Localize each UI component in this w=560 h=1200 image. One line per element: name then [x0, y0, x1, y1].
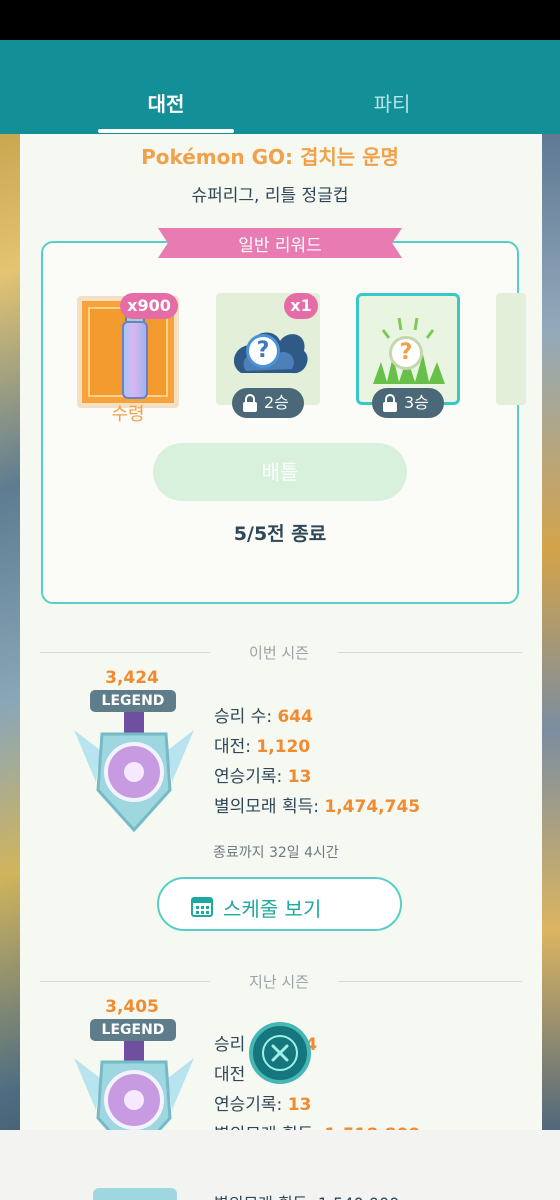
- question-mark-icon: ?: [246, 334, 280, 368]
- lock-badge: 2승: [232, 388, 304, 418]
- stat-value: 644: [277, 707, 313, 727]
- reward-count-badge: x900: [120, 293, 178, 319]
- tab-underline: [98, 129, 234, 133]
- screen: 대전 파티 Pokémon GO: 겹치는 운명 슈퍼리그, 리틀 정글컵 일반…: [0, 0, 560, 1200]
- last-season-rating: 3,405: [105, 997, 159, 1017]
- league-subtitle: 슈퍼리그, 리틀 정글컵: [191, 186, 349, 206]
- divider-line: [338, 652, 522, 653]
- stat-key: 대전: [214, 1065, 246, 1085]
- stat-value: 1,474,745: [324, 797, 421, 817]
- stat-key: 연승기록:: [214, 1095, 283, 1115]
- status-bar: [0, 0, 560, 40]
- battle-button[interactable]: 배틀: [153, 443, 407, 501]
- legend-medal-icon: [74, 712, 194, 833]
- lock-icon: [383, 394, 397, 412]
- top-bar: [0, 40, 560, 134]
- question-mark-icon: ?: [389, 336, 423, 370]
- stat-battles: 대전: [214, 1060, 245, 1085]
- incense-tile-inner: [88, 307, 168, 399]
- close-button[interactable]: [249, 1022, 311, 1084]
- incense-icon: [122, 321, 148, 399]
- lock-icon: [243, 394, 257, 412]
- this-season-label: 이번 시즌: [249, 644, 309, 662]
- schedule-button[interactable]: 스케줄 보기: [157, 877, 402, 931]
- rank-badge: LEGEND: [90, 690, 176, 712]
- stat-streak: 연승기록: 13: [214, 1090, 311, 1115]
- last-season-label: 지난 시즌: [249, 973, 309, 991]
- lock-badge: 3승: [372, 388, 444, 418]
- stat-wins: 승리 수: 644: [214, 702, 313, 727]
- stat-value: 13: [287, 1095, 312, 1115]
- divider-line: [338, 981, 522, 982]
- stat-streak: 연승기록: 13: [214, 762, 311, 787]
- battle-status: 5/5전 종료: [233, 523, 327, 545]
- reward-item-partial[interactable]: [496, 293, 526, 405]
- legend-medal-icon: [74, 1040, 194, 1130]
- tab-battle[interactable]: 대전: [96, 88, 236, 117]
- divider-line: [40, 981, 210, 982]
- reward-ribbon-label: 일반 리워드: [238, 236, 322, 256]
- stat-key: 승리 수:: [214, 707, 273, 727]
- peek-medal: [93, 1188, 177, 1200]
- stat-battles: 대전: 1,120: [214, 732, 310, 757]
- stat-key: 별의모래 획득:: [214, 797, 319, 817]
- stat-stardust: 별의모래 획득: 1,474,745: [214, 792, 420, 817]
- stat-value: 1,120: [256, 737, 311, 757]
- reward-count-badge: x1: [284, 293, 318, 319]
- divider-line: [40, 652, 210, 653]
- close-icon: [262, 1035, 298, 1071]
- schedule-button-label: 스케줄 보기: [223, 897, 322, 921]
- lock-wins-label: 2승: [264, 393, 289, 412]
- calendar-icon: [191, 897, 213, 917]
- stat-key: 대전:: [214, 737, 252, 757]
- reward-claim-label[interactable]: 수령: [77, 400, 179, 426]
- tab-party[interactable]: 파티: [322, 88, 462, 117]
- stat-key: 연승기록:: [214, 767, 283, 787]
- rank-badge: LEGEND: [90, 1019, 176, 1041]
- league-title: Pokémon GO: 겹치는 운명: [141, 145, 399, 169]
- lock-wins-label: 3승: [404, 393, 429, 412]
- stat-key: 승리: [214, 1035, 246, 1055]
- peek-stat: 별의모래 획득: 1,540,000: [214, 1190, 399, 1200]
- season-rating: 3,424: [105, 668, 159, 688]
- season-remaining-time: 종료까지 32일 4시간: [213, 845, 339, 861]
- stat-value: 13: [287, 767, 312, 787]
